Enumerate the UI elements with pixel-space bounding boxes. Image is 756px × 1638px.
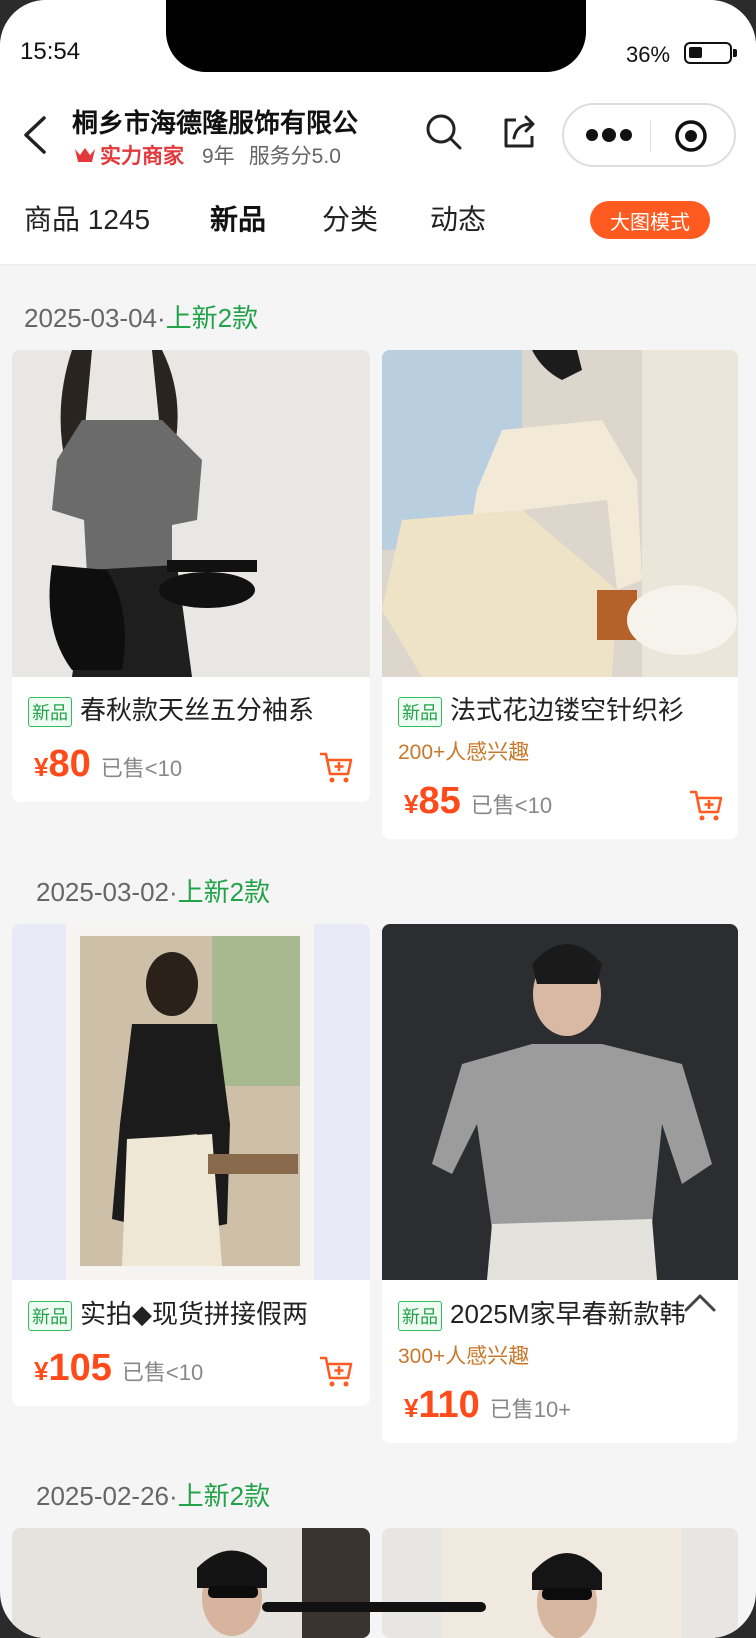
product-card[interactable]: 新品 春秋款天丝五分袖系 ¥80 已售<10	[12, 350, 370, 802]
tab-category[interactable]: 分类	[322, 198, 378, 238]
currency-symbol: ¥	[404, 1393, 419, 1423]
section-date-row: 2025-03-02·上新2款	[36, 872, 270, 909]
tab-products[interactable]: 商品 1245	[24, 198, 150, 238]
interest-count: 300+人感兴趣	[398, 1345, 530, 1368]
currency-symbol: ¥	[34, 752, 49, 782]
new-tag: 新品	[398, 1301, 442, 1332]
product-title: 春秋款天丝五分袖系	[80, 695, 315, 725]
section-dot: ·	[169, 877, 178, 907]
tab-products-count: 1245	[87, 204, 151, 235]
section-date-row: 2025-02-26·上新2款	[36, 1476, 270, 1513]
interest-count: 200+人感兴趣	[398, 741, 530, 764]
product-title: 法式花边镂空针织衫	[450, 695, 685, 725]
notch	[166, 0, 586, 72]
product-price: 110	[418, 1384, 480, 1426]
new-tag: 新品	[28, 697, 72, 728]
sold-count: 已售<10	[121, 1360, 204, 1385]
product-image	[382, 350, 738, 677]
product-image	[382, 1528, 738, 1638]
store-name[interactable]: 桐乡市海德隆服饰有限公	[72, 103, 358, 140]
tab-divider	[0, 264, 756, 266]
phone-screen: 15:54 36% 桐乡市海德隆服饰有限公 实力商家 9年 服务分5.0 商品 …	[0, 0, 756, 1638]
battery-percent: 36%	[626, 42, 671, 67]
product-price-row: ¥85 已售<10	[404, 780, 552, 823]
product-title-row: 新品 2025M家早春新款韩	[398, 1294, 728, 1332]
cart-icon[interactable]	[688, 788, 724, 822]
product-card[interactable]	[382, 1528, 738, 1638]
product-image	[12, 924, 370, 1280]
more-icon[interactable]	[586, 127, 632, 143]
tab-feed[interactable]: 动态	[430, 198, 486, 238]
product-title-row: 新品 法式花边镂空针织衫	[398, 690, 728, 728]
product-image	[12, 350, 370, 677]
strength-merchant-badge: 实力商家	[74, 140, 184, 170]
product-price-row: ¥110 已售10+	[404, 1384, 571, 1427]
tab-products-label: 商品	[24, 204, 81, 235]
currency-symbol: ¥	[34, 1356, 49, 1386]
product-title: 2025M家早春新款韩	[450, 1299, 686, 1329]
sold-count: 已售<10	[470, 793, 553, 818]
home-indicator	[262, 1602, 486, 1612]
product-price-row: ¥80 已售<10	[34, 743, 182, 786]
share-icon[interactable]	[500, 112, 540, 152]
status-time: 15:54	[20, 38, 81, 65]
product-price: 105	[48, 1347, 112, 1389]
tab-new[interactable]: 新品	[210, 198, 266, 238]
service-score: 服务分5.0	[248, 145, 341, 168]
product-title: 实拍◆现货拼接假两	[80, 1299, 308, 1329]
section-new-count: 上新2款	[177, 877, 271, 907]
currency-symbol: ¥	[404, 789, 419, 819]
product-card[interactable]: 新品 实拍◆现货拼接假两 ¥105 已售<10	[12, 924, 370, 1406]
product-price: 80	[48, 743, 91, 785]
cart-icon[interactable]	[318, 750, 354, 784]
section-date: 2025-03-04	[24, 303, 157, 333]
section-new-count: 上新2款	[177, 1481, 271, 1511]
sold-count: 已售10+	[489, 1397, 572, 1422]
capsule-divider	[650, 121, 651, 151]
badge-label: 实力商家	[100, 145, 184, 168]
section-date: 2025-03-02	[36, 877, 169, 907]
new-tag: 新品	[28, 1301, 72, 1332]
search-icon[interactable]	[424, 112, 464, 152]
section-dot: ·	[157, 303, 166, 333]
section-dot: ·	[169, 1481, 178, 1511]
crown-icon	[75, 148, 95, 162]
product-card[interactable]: 新品 2025M家早春新款韩 300+人感兴趣 ¥110 已售10+	[382, 924, 738, 1443]
store-badges: 实力商家 9年 服务分5.0	[74, 140, 341, 170]
product-title-row: 新品 春秋款天丝五分袖系	[28, 690, 358, 728]
big-image-mode-button[interactable]: 大图模式	[590, 201, 710, 239]
product-image	[12, 1528, 370, 1638]
product-image	[382, 924, 738, 1280]
battery-icon	[684, 42, 737, 64]
mini-program-capsule	[562, 103, 736, 167]
sold-count: 已售<10	[100, 756, 183, 781]
product-card[interactable]	[12, 1528, 370, 1638]
product-price: 85	[418, 780, 461, 822]
chevron-up-icon[interactable]	[680, 1282, 720, 1322]
cart-icon[interactable]	[318, 1354, 354, 1388]
section-date-row: 2025-03-04·上新2款	[24, 298, 258, 335]
product-card[interactable]: 新品 法式花边镂空针织衫 200+人感兴趣 ¥85 已售<10	[382, 350, 738, 839]
product-title-row: 新品 实拍◆现货拼接假两	[28, 1294, 358, 1332]
section-date: 2025-02-26	[36, 1481, 169, 1511]
store-years: 9年	[202, 145, 235, 168]
section-new-count: 上新2款	[165, 303, 259, 333]
back-icon[interactable]	[18, 112, 52, 158]
new-tag: 新品	[398, 697, 442, 728]
product-price-row: ¥105 已售<10	[34, 1347, 203, 1390]
target-icon[interactable]	[674, 119, 708, 153]
